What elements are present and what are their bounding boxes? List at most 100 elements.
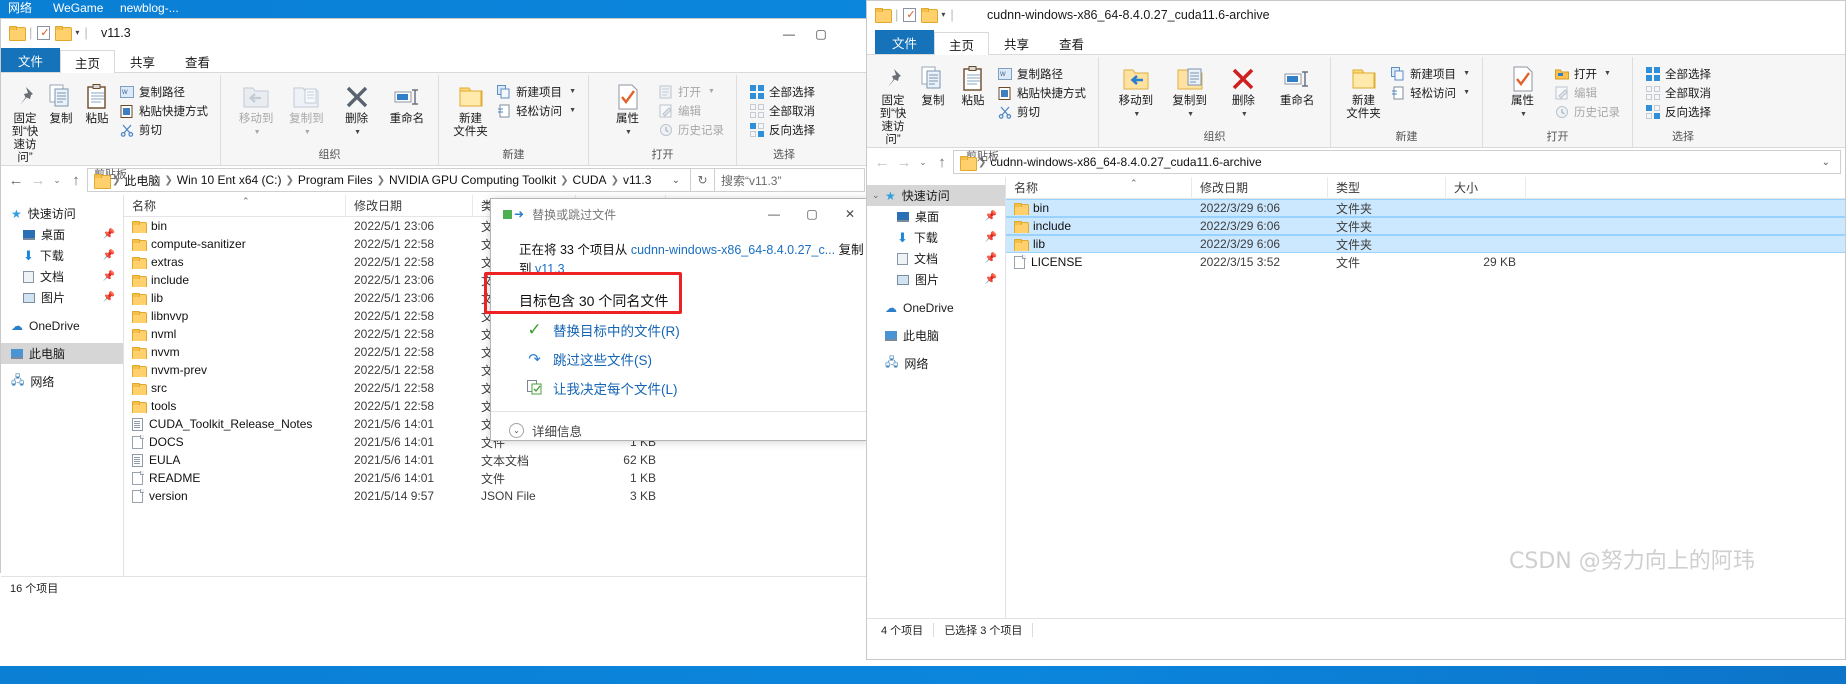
column-header-date-right[interactable]: 修改日期: [1192, 177, 1328, 199]
column-header-name-right[interactable]: 名称: [1006, 177, 1192, 199]
sidebar-item-onedrive-right[interactable]: ☁ OneDrive: [867, 297, 1005, 318]
tab-home-left[interactable]: 主页: [60, 50, 116, 73]
new-folder-qat-icon[interactable]: [55, 26, 73, 41]
sidebar-item-onedrive-left[interactable]: ☁ OneDrive: [1, 315, 123, 336]
properties-button-left[interactable]: 属性 ▼: [601, 79, 654, 139]
table-row[interactable]: include 2022/3/29 6:06 文件夹: [1006, 217, 1845, 235]
open-button-right[interactable]: 打开 ▼: [1552, 64, 1624, 83]
history-button-right[interactable]: 历史记录: [1552, 102, 1624, 121]
properties-check-icon[interactable]: ✓: [903, 7, 917, 22]
minimize-button-left[interactable]: —: [773, 19, 805, 48]
paste-shortcut-button-right[interactable]: 粘贴快捷方式: [995, 83, 1090, 102]
new-folder-button-right[interactable]: 新建 文件夹: [1341, 61, 1386, 121]
rename-button-right[interactable]: 重命名: [1270, 61, 1324, 108]
properties-check-icon[interactable]: ✓: [37, 25, 51, 40]
easy-access-button-right[interactable]: 轻松访问 ▼: [1388, 83, 1474, 102]
delete-button-left[interactable]: 删除 ▼: [332, 79, 382, 139]
sidebar-item-this-pc-right[interactable]: 此电脑: [867, 325, 1005, 346]
new-folder-button-left[interactable]: 新建 文件夹: [449, 79, 492, 139]
refresh-button-left[interactable]: ↻: [691, 168, 715, 192]
column-header-date-left[interactable]: 修改日期: [346, 195, 473, 217]
delete-button-right[interactable]: 删除 ▼: [1217, 61, 1271, 121]
copy-button-left[interactable]: 复制: [43, 79, 79, 126]
tab-share-right[interactable]: 共享: [989, 31, 1044, 54]
dialog-minimize-button[interactable]: —: [755, 199, 793, 228]
column-header-name-left[interactable]: 名称: [124, 195, 346, 217]
tab-view-right[interactable]: 查看: [1044, 31, 1099, 54]
crumb-4[interactable]: CUDA: [570, 173, 610, 187]
crumb-3[interactable]: NVIDIA GPU Computing Toolkit: [386, 173, 559, 187]
paste-button-left[interactable]: 粘贴: [79, 79, 115, 126]
cut-button-left[interactable]: 剪切: [117, 120, 212, 139]
table-row[interactable]: version 2021/5/14 9:57 JSON File 3 KB: [124, 487, 869, 505]
select-all-button-right[interactable]: 全部选择: [1643, 64, 1715, 83]
invert-selection-button-right[interactable]: 反向选择: [1643, 102, 1715, 121]
address-chevron-down-icon-left[interactable]: ⌄: [666, 175, 686, 186]
invert-selection-button-left[interactable]: 反向选择: [747, 120, 819, 139]
sidebar-item-this-pc-left[interactable]: 此电脑: [1, 343, 123, 364]
crumb-2[interactable]: Program Files: [295, 173, 376, 187]
desktop-tab-1[interactable]: WeGame: [53, 0, 103, 17]
desktop-tab-2[interactable]: newblog-...: [120, 0, 179, 17]
select-none-button-right[interactable]: 全部取消: [1643, 83, 1715, 102]
new-item-button-left[interactable]: 新建项目 ▼: [494, 82, 580, 101]
sidebar-item-quick-access-right[interactable]: ⌄ ★ 快速访问: [867, 185, 1005, 206]
sidebar-item-pictures-right[interactable]: 图片 📌: [867, 269, 1005, 290]
tab-file-left[interactable]: 文件: [1, 48, 61, 72]
tab-home-right[interactable]: 主页: [934, 32, 990, 55]
sidebar-item-desktop-right[interactable]: 桌面 📌: [867, 206, 1005, 227]
new-folder-qat-icon[interactable]: [921, 8, 939, 23]
dialog-close-button[interactable]: ✕: [831, 199, 869, 228]
column-header-type-right[interactable]: 类型: [1328, 177, 1446, 199]
dialog-maximize-button[interactable]: ▢: [793, 199, 831, 228]
sidebar-item-quick-access-left[interactable]: ★ 快速访问: [1, 203, 123, 224]
table-row[interactable]: lib 2022/3/29 6:06 文件夹: [1006, 235, 1845, 253]
paste-button-right[interactable]: 粘贴: [953, 61, 993, 108]
copy-to-button-right[interactable]: 复制到 ▼: [1163, 61, 1217, 121]
crumb-5[interactable]: v11.3: [620, 173, 654, 187]
qat-chevron-down-icon[interactable]: ▾: [75, 28, 79, 37]
pin-to-quick-access-button-left[interactable]: 固定到“快 速访问”: [7, 79, 43, 165]
desktop-tab-0[interactable]: 网络: [8, 0, 32, 17]
dialog-option-skip[interactable]: ↷ 跳过这些文件(S): [491, 340, 869, 369]
maximize-button-left[interactable]: ▢: [805, 19, 837, 48]
sidebar-item-documents-right[interactable]: 文档 📌: [867, 248, 1005, 269]
sidebar-item-documents-left[interactable]: 文档 📌: [1, 266, 123, 287]
new-item-button-right[interactable]: 新建项目 ▼: [1388, 64, 1474, 83]
sidebar-item-downloads-left[interactable]: ⬇ 下载 📌: [1, 245, 123, 266]
properties-button-right[interactable]: 属性 ▼: [1495, 61, 1550, 121]
sidebar-item-network-right[interactable]: 🖧 网络: [867, 353, 1005, 374]
sidebar-item-desktop-left[interactable]: 桌面 📌: [1, 224, 123, 245]
expander-chevron-icon[interactable]: ⌄: [872, 190, 880, 201]
paste-shortcut-button-left[interactable]: 粘贴快捷方式: [117, 101, 212, 120]
rename-button-left[interactable]: 重命名: [382, 79, 432, 126]
copy-button-right[interactable]: 复制: [913, 61, 953, 108]
dialog-more-details-button[interactable]: ⌄ 详细信息: [491, 412, 869, 440]
table-row[interactable]: README 2021/5/6 14:01 文件 1 KB: [124, 469, 869, 487]
table-row[interactable]: LICENSE 2022/3/15 3:52 文件 29 KB: [1006, 253, 1845, 271]
sidebar-item-network-left[interactable]: 🖧 网络: [1, 371, 123, 392]
table-row[interactable]: EULA 2021/5/6 14:01 文本文档 62 KB: [124, 451, 869, 469]
move-to-button-left[interactable]: 移动到 ▼: [231, 79, 281, 139]
edit-button-left[interactable]: 编辑: [656, 101, 728, 120]
sidebar-item-downloads-right[interactable]: ⬇ 下载 📌: [867, 227, 1005, 248]
address-chevron-down-icon-right[interactable]: ⌄: [1816, 157, 1836, 168]
sidebar-item-pictures-left[interactable]: 图片 📌: [1, 287, 123, 308]
tab-file-right[interactable]: 文件: [875, 30, 935, 54]
select-all-button-left[interactable]: 全部选择: [747, 82, 819, 101]
cut-button-right[interactable]: 剪切: [995, 102, 1090, 121]
column-header-size-right[interactable]: 大小: [1446, 177, 1526, 199]
open-button-left[interactable]: 打开 ▼: [656, 82, 728, 101]
tab-view-left[interactable]: 查看: [170, 49, 225, 72]
copy-path-button-right[interactable]: W 复制路径: [995, 64, 1090, 83]
table-row[interactable]: bin 2022/3/29 6:06 文件夹: [1006, 199, 1845, 217]
move-to-button-right[interactable]: 移动到 ▼: [1109, 61, 1163, 121]
edit-button-right[interactable]: 编辑: [1552, 83, 1624, 102]
pin-to-quick-access-button-right[interactable]: 固定到“快 速访问”: [873, 61, 913, 147]
easy-access-button-left[interactable]: 轻松访问 ▼: [494, 101, 580, 120]
search-input-left[interactable]: 搜索“v11.3”: [715, 168, 865, 192]
copy-to-button-left[interactable]: 复制到 ▼: [281, 79, 331, 139]
select-none-button-left[interactable]: 全部取消: [747, 101, 819, 120]
history-button-left[interactable]: 历史记录: [656, 120, 728, 139]
copy-path-button-left[interactable]: W 复制路径: [117, 82, 212, 101]
